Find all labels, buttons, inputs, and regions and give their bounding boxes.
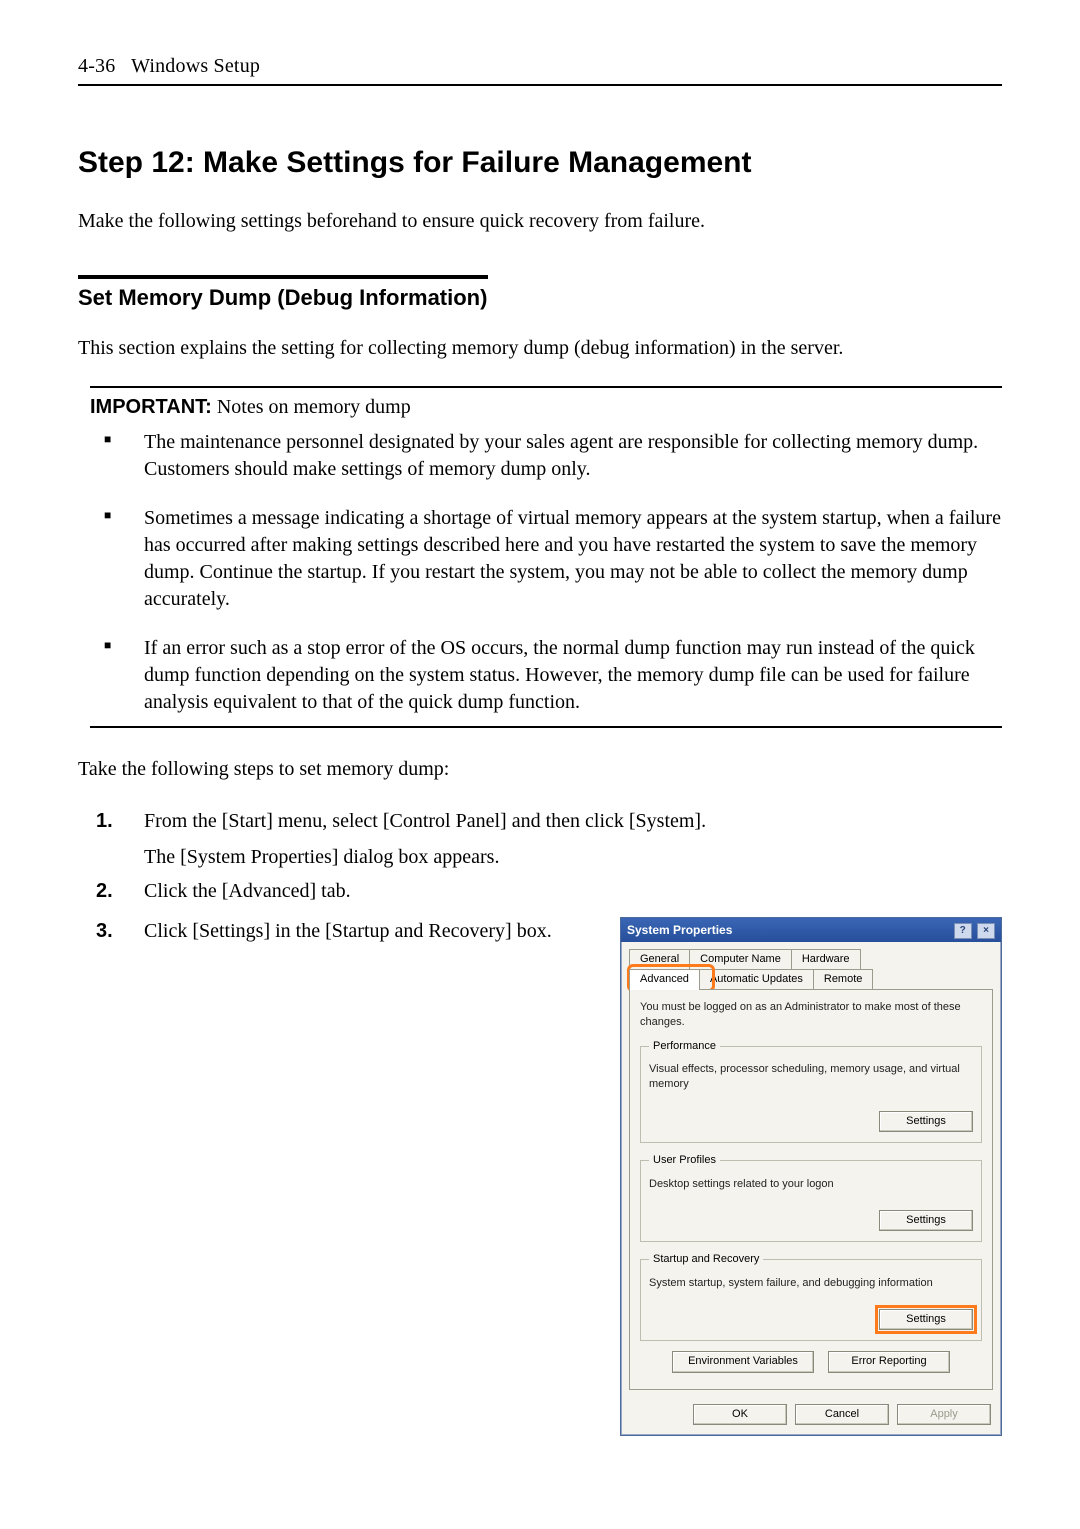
step-text: From the [Start] menu, select [Control P… <box>144 810 706 832</box>
important-bullet: Sometimes a message indicating a shortag… <box>90 505 1002 613</box>
group-user-profiles-desc: Desktop settings related to your logon <box>649 1177 973 1192</box>
tab-row-2: Advanced Automatic Updates Remote <box>621 968 1001 988</box>
group-user-profiles-legend: User Profiles <box>649 1153 720 1168</box>
step-subtext: The [System Properties] dialog box appea… <box>144 843 1002 871</box>
important-bullet: The maintenance personnel designated by … <box>90 429 1002 483</box>
important-bullet-list: The maintenance personnel designated by … <box>90 429 1002 716</box>
running-header: 4-36 Windows Setup <box>78 55 1002 78</box>
group-startup-recovery-desc: System startup, system failure, and debu… <box>649 1276 973 1291</box>
important-label: IMPORTANT: <box>90 396 212 418</box>
tab-advanced-body: You must be logged on as an Administrato… <box>629 989 993 1390</box>
group-user-profiles: User Profiles Desktop settings related t… <box>640 1153 982 1242</box>
important-callout: IMPORTANT: Notes on memory dump The main… <box>90 386 1002 728</box>
dialog-titlebar: System Properties ? × <box>621 918 1001 942</box>
admin-note: You must be logged on as an Administrato… <box>640 1000 982 1031</box>
step-item: From the [Start] menu, select [Control P… <box>90 807 1002 871</box>
page-title: Step 12: Make Settings for Failure Manag… <box>78 146 1002 180</box>
startup-recovery-settings-button[interactable]: Settings <box>879 1309 973 1330</box>
important-heading: IMPORTANT: Notes on memory dump <box>90 396 1002 419</box>
page-number: 4-36 <box>78 55 115 77</box>
group-startup-recovery-legend: Startup and Recovery <box>649 1252 763 1267</box>
cancel-button[interactable]: Cancel <box>795 1404 889 1425</box>
help-icon[interactable]: ? <box>954 923 972 939</box>
ok-button[interactable]: OK <box>693 1404 787 1425</box>
document-page: 4-36 Windows Setup Step 12: Make Setting… <box>0 0 1080 1529</box>
group-performance-legend: Performance <box>649 1039 720 1054</box>
environment-variables-button[interactable]: Environment Variables <box>672 1351 814 1372</box>
ordered-steps: From the [Start] menu, select [Control P… <box>90 807 1002 1436</box>
error-reporting-button[interactable]: Error Reporting <box>828 1351 950 1372</box>
env-error-row: Environment Variables Error Reporting <box>640 1351 982 1372</box>
apply-button[interactable]: Apply <box>897 1404 991 1425</box>
important-tail: Notes on memory dump <box>212 396 411 418</box>
step-item: Click [Settings] in the [Startup and Rec… <box>90 917 1002 1436</box>
performance-settings-button[interactable]: Settings <box>879 1111 973 1132</box>
important-bullet: If an error such as a stop error of the … <box>90 635 1002 716</box>
section-rule <box>78 275 488 279</box>
tab-area: General Computer Name Hardware Advanced … <box>621 942 1001 1390</box>
step-text: Click [Settings] in the [Startup and Rec… <box>144 920 552 942</box>
system-properties-dialog: System Properties ? × General Computer N… <box>620 917 1002 1436</box>
sub-intro-paragraph: This section explains the setting for co… <box>78 335 1002 362</box>
step-item: Click the [Advanced] tab. <box>90 877 1002 911</box>
section-name: Windows Setup <box>131 55 260 77</box>
close-icon[interactable]: × <box>977 923 995 939</box>
window-controls: ? × <box>952 921 995 939</box>
subheading: Set Memory Dump (Debug Information) <box>78 285 1002 311</box>
user-profiles-settings-button[interactable]: Settings <box>879 1210 973 1231</box>
tab-automatic-updates[interactable]: Automatic Updates <box>699 969 814 989</box>
steps-intro: Take the following steps to set memory d… <box>78 756 1002 783</box>
dialog-title: System Properties <box>627 922 732 939</box>
step-text: Click the [Advanced] tab. <box>144 880 351 902</box>
group-performance-desc: Visual effects, processor scheduling, me… <box>649 1062 973 1093</box>
tab-general[interactable]: General <box>629 949 690 969</box>
tab-advanced[interactable]: Advanced <box>629 969 700 989</box>
tab-computer-name[interactable]: Computer Name <box>689 949 792 969</box>
dialog-footer: OK Cancel Apply <box>621 1398 1001 1435</box>
intro-paragraph: Make the following settings beforehand t… <box>78 208 1002 235</box>
tab-hardware[interactable]: Hardware <box>791 949 861 969</box>
tab-row-1: General Computer Name Hardware <box>621 942 1001 968</box>
group-startup-recovery: Startup and Recovery System startup, sys… <box>640 1252 982 1341</box>
header-rule <box>78 84 1002 86</box>
group-performance: Performance Visual effects, processor sc… <box>640 1039 982 1144</box>
tab-remote[interactable]: Remote <box>813 969 874 989</box>
